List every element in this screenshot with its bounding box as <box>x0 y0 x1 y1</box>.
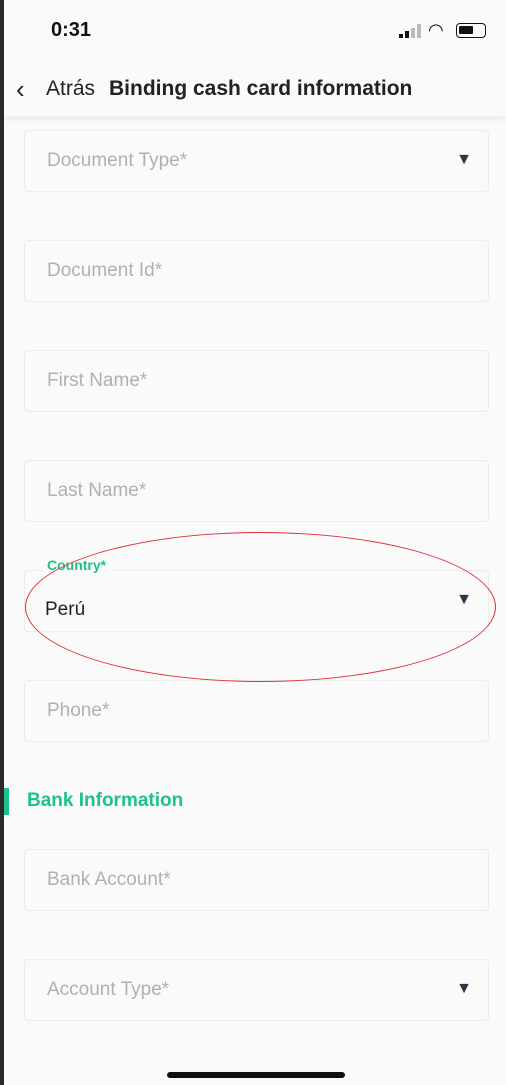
first-name-input[interactable]: First Name* <box>24 350 489 412</box>
signal-icon <box>399 24 421 38</box>
placeholder: Account Type* <box>47 979 170 1000</box>
country-value: Perú <box>45 599 86 620</box>
placeholder: Bank Account* <box>47 869 171 890</box>
back-chevron-icon[interactable]: ‹ <box>16 74 25 105</box>
last-name-input[interactable]: Last Name* <box>24 460 489 522</box>
status-bar: 0:31 ◠ <box>4 0 506 60</box>
placeholder: Phone* <box>47 700 110 721</box>
phone-input[interactable]: Phone* <box>24 680 489 742</box>
placeholder: Document Id* <box>47 260 163 281</box>
wifi-icon: ◠ <box>428 20 444 40</box>
placeholder: Document Type* <box>47 150 188 171</box>
status-time: 0:31 <box>51 19 92 41</box>
battery-icon <box>456 23 486 38</box>
dropdown-arrow-icon: ▼ <box>456 151 472 168</box>
placeholder: Last Name* <box>47 480 147 501</box>
page-title: Binding cash card information <box>109 77 413 100</box>
home-indicator[interactable] <box>167 1072 345 1078</box>
country-select[interactable]: Country* Perú ▼ <box>24 557 489 632</box>
placeholder: First Name* <box>47 370 148 391</box>
dropdown-arrow-icon: ▼ <box>456 591 472 608</box>
document-type-select[interactable]: Document Type* ▼ <box>24 130 489 192</box>
nav-bar: ‹ Atrás Binding cash card information <box>4 60 506 116</box>
screen-edge <box>0 0 4 1085</box>
account-type-select[interactable]: Account Type* ▼ <box>24 959 489 1021</box>
document-id-input[interactable]: Document Id* <box>24 240 489 302</box>
bank-section-title: Bank Information <box>27 790 184 811</box>
section-accent-bar <box>4 788 9 815</box>
country-label: Country* <box>43 557 111 573</box>
bank-account-input[interactable]: Bank Account* <box>24 849 489 911</box>
back-button[interactable]: Atrás <box>46 77 95 101</box>
dropdown-arrow-icon: ▼ <box>456 980 472 997</box>
